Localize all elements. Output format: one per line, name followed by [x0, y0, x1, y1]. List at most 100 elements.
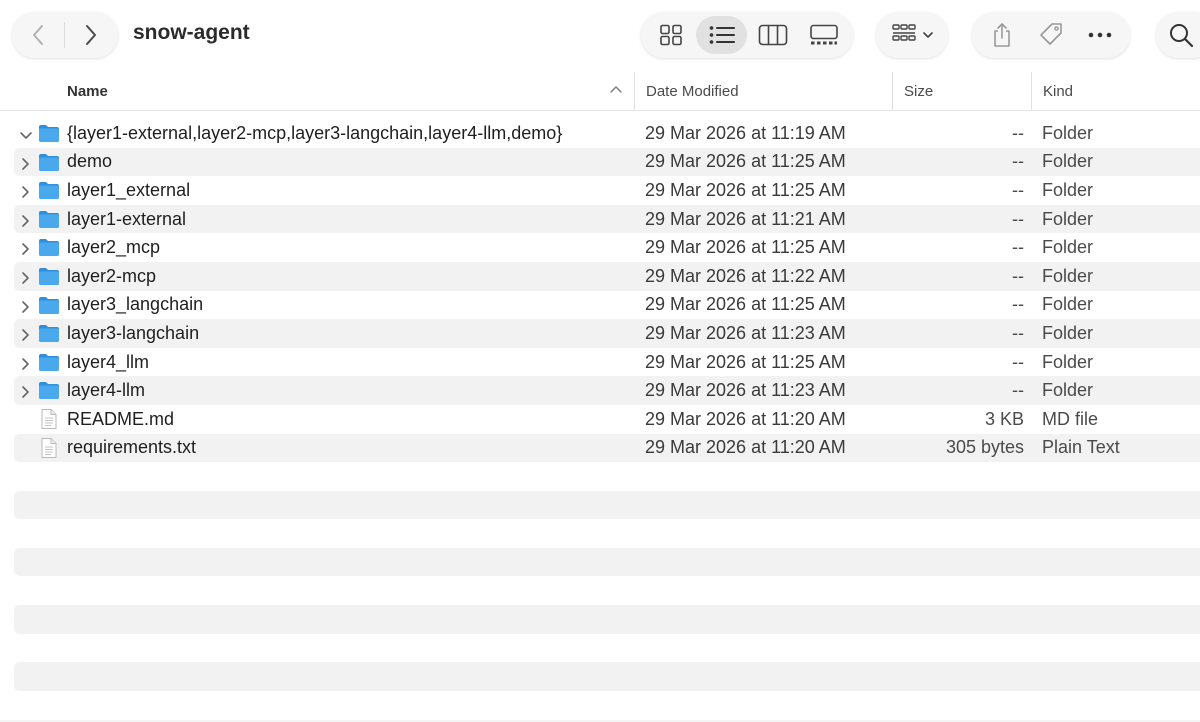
file-name: {layer1-external,layer2-mcp,layer3-langc…: [67, 122, 563, 143]
back-button[interactable]: [12, 12, 64, 58]
ellipsis-icon: [1088, 32, 1111, 38]
size-column-label: Size: [904, 82, 934, 100]
file-name: demo: [67, 151, 113, 172]
file-date-modified: 29 Mar 2026 at 11:25 AM: [645, 294, 846, 315]
size-column-header[interactable]: Size: [892, 72, 1031, 110]
file-kind: Folder: [1042, 380, 1094, 401]
folder-icon: [38, 152, 60, 172]
more-button[interactable]: [1077, 15, 1123, 55]
view-mode-group: [641, 12, 853, 58]
file-kind: Folder: [1042, 294, 1094, 315]
file-row[interactable]: demo 29 Mar 2026 at 11:25 AM -- Folder: [0, 147, 1200, 177]
action-group: [972, 12, 1130, 58]
folder-icon: [38, 209, 60, 229]
empty-row: [0, 634, 1200, 663]
disclosure-collapsed-icon[interactable]: [19, 326, 33, 341]
empty-row: [14, 490, 1200, 520]
file-row[interactable]: requirements.txt 29 Mar 2026 at 11:20 AM 3…: [0, 433, 1200, 463]
disclosure-collapsed-icon[interactable]: [19, 155, 33, 170]
navigation-group: [12, 12, 118, 58]
file-size: --: [1012, 151, 1024, 172]
file-row[interactable]: layer1-external 29 Mar 2026 at 11:21 AM --…: [0, 204, 1200, 234]
columns-icon: [758, 24, 787, 46]
file-row[interactable]: layer3_langchain 29 Mar 2026 at 11:25 AM -…: [0, 291, 1200, 320]
file-date-modified: 29 Mar 2026 at 11:23 AM: [645, 322, 846, 343]
disclosure-collapsed-icon[interactable]: [19, 269, 33, 284]
file-name: README.md: [67, 408, 175, 429]
file-kind: Folder: [1042, 208, 1094, 229]
file-name: layer1-external: [67, 208, 187, 229]
file-row[interactable]: layer1_external 29 Mar 2026 at 11:25 AM --…: [0, 176, 1200, 205]
window-title: snow-agent: [133, 21, 250, 44]
gallery-view-button[interactable]: [798, 16, 849, 54]
file-row[interactable]: {layer1-external,layer2-mcp,layer3-langc…: [0, 119, 1200, 148]
file-kind: Folder: [1042, 265, 1094, 286]
file-size: --: [1012, 237, 1024, 258]
disclosure-expanded-icon[interactable]: [19, 126, 33, 140]
empty-list-area: [0, 462, 1200, 719]
empty-row: [0, 519, 1200, 548]
date-modified-column-header[interactable]: Date Modified: [634, 72, 892, 110]
forward-button[interactable]: [65, 12, 117, 58]
name-column-label: Name: [67, 82, 108, 100]
disclosure-collapsed-icon[interactable]: [19, 212, 33, 227]
list-view-button[interactable]: [696, 16, 747, 54]
column-header-row: Name Date Modified Size Kind: [0, 72, 1200, 111]
disclosure-collapsed-icon[interactable]: [19, 240, 33, 256]
empty-row: [0, 691, 1200, 720]
group-by-button[interactable]: [876, 12, 948, 58]
file-kind: MD file: [1042, 408, 1099, 429]
file-size: --: [1012, 380, 1024, 401]
empty-row: [0, 576, 1200, 605]
file-size: --: [1012, 208, 1024, 229]
file-row[interactable]: layer4_llm 29 Mar 2026 at 11:25 AM -- Folde…: [0, 348, 1200, 377]
file-date-modified: 29 Mar 2026 at 11:22 AM: [645, 265, 846, 286]
disclosure-collapsed-icon[interactable]: [19, 383, 33, 399]
file-size: 305 bytes: [945, 437, 1024, 458]
disclosure-collapsed-icon[interactable]: [19, 183, 33, 198]
gallery-icon: [809, 24, 838, 45]
share-button[interactable]: [979, 15, 1025, 55]
file-name: layer3-langchain: [67, 322, 200, 343]
file-kind: Folder: [1042, 322, 1094, 343]
folder-icon: [38, 237, 60, 257]
tag-icon: [1040, 23, 1062, 45]
file-list: {layer1-external,layer2-mcp,layer3-langc…: [0, 119, 1200, 462]
file-date-modified: 29 Mar 2026 at 11:25 AM: [645, 351, 846, 372]
file-date-modified: 29 Mar 2026 at 11:23 AM: [645, 380, 846, 401]
date-column-label: Date Modified: [646, 82, 739, 100]
tag-button[interactable]: [1028, 15, 1074, 55]
icon-view-button[interactable]: [645, 16, 696, 54]
disclosure-collapsed-icon[interactable]: [19, 298, 33, 313]
toolbar: snow-agent: [0, 0, 1200, 70]
finder-window: snow-agent Name Date Modified Size Kind …: [0, 0, 1200, 722]
column-view-button[interactable]: [747, 16, 798, 54]
file-row[interactable]: layer2-mcp 29 Mar 2026 at 11:22 AM -- Folde…: [0, 261, 1200, 291]
file-kind: Folder: [1042, 351, 1094, 372]
file-kind: Plain Text: [1042, 437, 1120, 458]
folder-icon: [38, 180, 60, 200]
file-date-modified: 29 Mar 2026 at 11:25 AM: [645, 237, 846, 258]
disclosure-collapsed-icon[interactable]: [19, 355, 33, 370]
search-button[interactable]: [1156, 12, 1200, 58]
file-kind: Folder: [1042, 151, 1094, 172]
file-row[interactable]: layer4-llm 29 Mar 2026 at 11:23 AM -- Folde…: [0, 376, 1200, 405]
file-size: 3 KB: [984, 408, 1024, 429]
kind-column-header[interactable]: Kind: [1031, 72, 1200, 110]
folder-icon: [38, 123, 60, 143]
file-kind: Folder: [1042, 179, 1094, 200]
empty-row: [14, 604, 1200, 634]
file-row[interactable]: README.md 29 Mar 2026 at 11:20 AM 3 KB MD f…: [0, 405, 1200, 434]
kind-column-label: Kind: [1043, 82, 1074, 100]
file-kind: Folder: [1042, 237, 1094, 258]
file-date-modified: 29 Mar 2026 at 11:20 AM: [645, 408, 846, 429]
file-kind: Folder: [1042, 122, 1094, 143]
file-name: layer3_langchain: [67, 294, 204, 315]
name-column-header[interactable]: Name: [67, 72, 634, 110]
folder-icon: [38, 295, 60, 315]
file-row[interactable]: layer2_mcp 29 Mar 2026 at 11:25 AM -- Folde…: [0, 233, 1200, 262]
share-icon: [994, 23, 1011, 47]
file-row[interactable]: layer3-langchain 29 Mar 2026 at 11:23 AM -…: [0, 319, 1200, 348]
file-name: layer2-mcp: [67, 265, 157, 286]
file-date-modified: 29 Mar 2026 at 11:19 AM: [645, 122, 846, 143]
